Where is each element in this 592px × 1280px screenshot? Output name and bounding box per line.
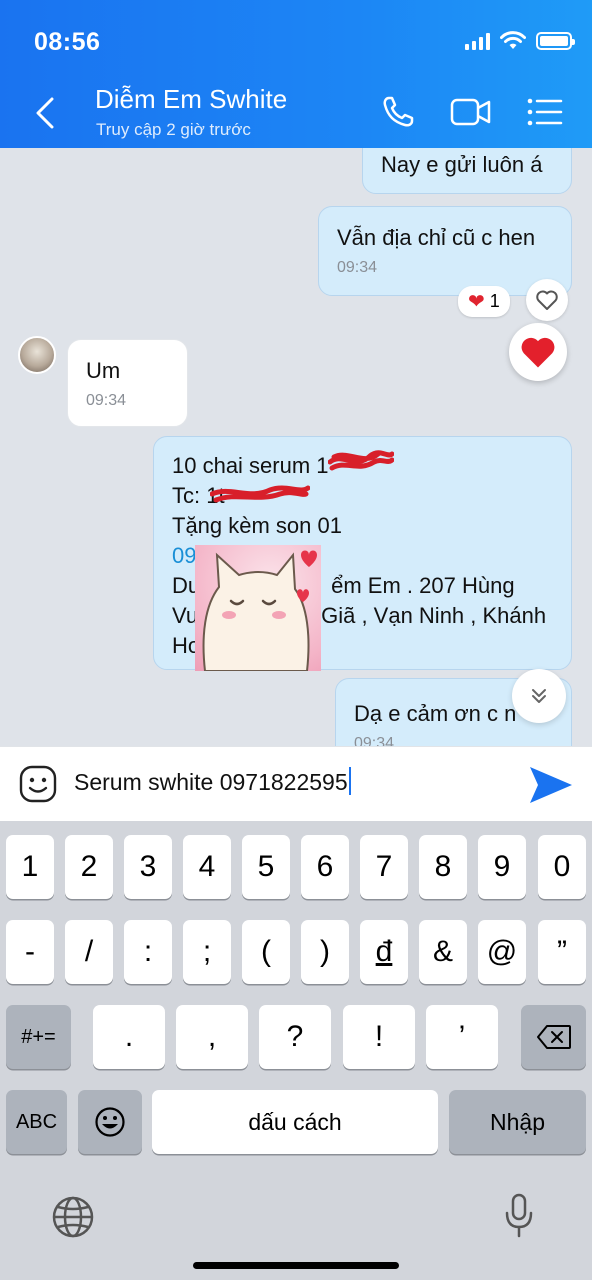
key-d-stroke[interactable]: đ [360,920,408,984]
key-4[interactable]: 4 [183,835,231,899]
message-text: Um [86,358,121,383]
reaction-count: 1 [489,291,500,311]
scroll-to-bottom-button[interactable] [512,669,566,723]
key-2[interactable]: 2 [65,835,113,899]
key-open-paren[interactable]: ( [242,920,290,984]
space-key[interactable]: dấu cách [152,1090,438,1154]
text-caret [348,767,351,795]
globe-icon[interactable] [51,1195,95,1239]
return-key[interactable]: Nhập [449,1090,586,1154]
wifi-icon [500,31,526,49]
sticker-smile-icon[interactable] [19,765,57,803]
message-text: Vẫn địa chỉ cũ c hen [337,225,536,250]
send-icon[interactable] [526,763,574,807]
key-7[interactable]: 7 [360,835,408,899]
phone-icon[interactable] [380,94,416,130]
react-heart-button[interactable] [526,279,568,321]
key-0[interactable]: 0 [538,835,586,899]
avatar[interactable] [18,336,56,374]
quick-heart-button[interactable] [509,323,567,381]
double-chevron-down-icon [532,689,546,703]
message-composer: Serum swhite 0971822595 [0,746,592,821]
key-slash[interactable]: / [65,920,113,984]
sticker-image[interactable] [195,545,321,671]
message-time: 09:34 [354,735,395,746]
emoji-icon [95,1107,125,1137]
key-colon[interactable]: : [124,920,172,984]
home-indicator[interactable] [193,1262,399,1269]
heart-reaction-icon: ❤ [468,291,485,313]
chat-header: 08:56 Diễm Em Swhite Truy cập 2 giờ trướ… [0,0,592,148]
key-ampersand[interactable]: & [419,920,467,984]
message-input-text: Serum swhite 0971822595 [74,769,348,795]
symbols-toggle-key[interactable]: #+= [6,1005,71,1069]
message-list[interactable]: Nay e gửi luôn á Vẫn địa chỉ cũ c hen 09… [0,148,592,746]
video-call-icon[interactable] [450,94,492,130]
key-hyphen[interactable]: - [6,920,54,984]
on-screen-keyboard: 1 2 3 4 5 6 7 8 9 0 - / : ; ( ) đ & @ ” … [0,821,592,1280]
key-5[interactable]: 5 [242,835,290,899]
message-text: Nay e gửi luôn á [381,152,543,177]
emoji-key[interactable] [78,1090,142,1154]
microphone-icon[interactable] [504,1193,534,1239]
message-time: 09:34 [86,392,127,409]
redaction-scribble [210,485,310,503]
key-period[interactable]: . [93,1005,165,1069]
message-input[interactable]: Serum swhite 0971822595 [74,767,504,801]
cat-sticker-icon [202,550,317,671]
message-bubble[interactable]: Um 09:34 [67,339,188,427]
key-6[interactable]: 6 [301,835,349,899]
key-9[interactable]: 9 [478,835,526,899]
delete-icon [536,1025,571,1049]
message-text: Tặng kèm son 01 [172,513,342,538]
key-semicolon[interactable]: ; [183,920,231,984]
cellular-signal-icon [465,32,490,50]
key-exclamation[interactable]: ! [343,1005,415,1069]
key-3[interactable]: 3 [124,835,172,899]
abc-key[interactable]: ABC [6,1090,67,1154]
key-at[interactable]: @ [478,920,526,984]
menu-icon[interactable] [526,94,564,130]
message-time: 09:34 [337,259,378,276]
message-text: ểm Em . 207 Hùng [331,573,515,598]
redaction-scribble [328,450,394,471]
contact-name[interactable]: Diễm Em Swhite [95,84,287,115]
battery-icon [536,32,575,50]
key-1[interactable]: 1 [6,835,54,899]
contact-last-seen: Truy cập 2 giờ trước [96,120,251,139]
heart-outline-icon [536,290,558,310]
message-text: Giã , Vạn Ninh , Khánh [321,603,547,628]
heart-filled-icon [521,337,555,368]
reaction-count-badge[interactable]: ❤ 1 [458,286,510,317]
key-8[interactable]: 8 [419,835,467,899]
status-icons [465,31,575,51]
status-time: 08:56 [34,28,101,56]
key-comma[interactable]: , [176,1005,248,1069]
key-quote[interactable]: ” [538,920,586,984]
key-apostrophe[interactable]: ’ [426,1005,498,1069]
message-text: 10 chai serum 1 [172,453,329,478]
message-bubble[interactable]: Nay e gửi luôn á [362,148,572,194]
key-close-paren[interactable]: ) [301,920,349,984]
key-question[interactable]: ? [259,1005,331,1069]
delete-key[interactable] [521,1005,586,1069]
back-icon[interactable] [32,96,58,130]
